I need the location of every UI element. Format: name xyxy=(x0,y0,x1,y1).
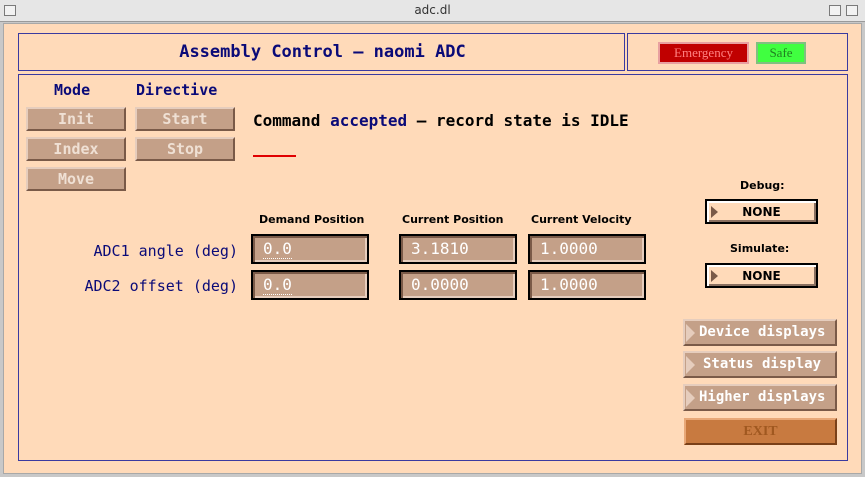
debug-menu[interactable]: NONE xyxy=(705,199,818,224)
debug-value: NONE xyxy=(742,205,781,219)
start-button[interactable]: Start xyxy=(135,107,235,131)
status-display-button[interactable]: Status display xyxy=(683,351,837,378)
adc1-demand-value: 0.0 xyxy=(263,239,292,259)
window-title: adc.dl xyxy=(414,3,451,17)
adc2-current-position: 0.0000 xyxy=(399,270,517,300)
stop-button[interactable]: Stop xyxy=(135,137,235,161)
demand-position-header: Demand Position xyxy=(259,213,365,226)
alarm-indicator-line xyxy=(253,155,296,157)
adc1-label: ADC1 angle (deg) xyxy=(93,242,239,260)
simulate-value: NONE xyxy=(742,269,781,283)
adc1-demand-input[interactable]: 0.0 xyxy=(251,234,369,264)
move-button[interactable]: Move xyxy=(26,167,126,191)
message-suffix: – record state is IDLE xyxy=(407,111,629,130)
exit-button[interactable]: EXIT xyxy=(684,418,837,445)
window-titlebar: adc.dl xyxy=(0,0,865,22)
init-button[interactable]: Init xyxy=(26,107,126,131)
debug-label: Debug: xyxy=(740,179,785,192)
simulate-menu[interactable]: NONE xyxy=(705,263,818,288)
adc2-label: ADC2 offset (deg) xyxy=(84,277,238,295)
maximize-icon[interactable] xyxy=(846,5,858,16)
simulate-label: Simulate: xyxy=(730,242,790,255)
related-display-icon xyxy=(686,389,695,407)
higher-displays-button[interactable]: Higher displays xyxy=(683,384,837,411)
mode-heading: Mode xyxy=(54,81,91,99)
current-position-header: Current Position xyxy=(402,213,504,226)
command-status-message: Command accepted – record state is IDLE xyxy=(253,111,629,130)
device-displays-label: Device displays xyxy=(699,324,826,340)
current-velocity-header: Current Velocity xyxy=(531,213,632,226)
related-display-icon xyxy=(686,356,695,374)
adc2-current-velocity: 1.0000 xyxy=(528,270,646,300)
message-accent: accepted xyxy=(330,111,408,130)
adc2-demand-value: 0.0 xyxy=(263,275,292,295)
status-display-label: Status display xyxy=(703,356,822,372)
emergency-button[interactable]: Emergency xyxy=(658,42,749,64)
adc1-current-velocity: 1.0000 xyxy=(528,234,646,264)
adc1-current-position: 3.1810 xyxy=(399,234,517,264)
index-button[interactable]: Index xyxy=(26,137,126,161)
message-prefix: Command xyxy=(253,111,331,130)
higher-displays-label: Higher displays xyxy=(699,389,826,405)
related-display-icon xyxy=(686,324,695,342)
directive-heading: Directive xyxy=(136,81,218,99)
device-displays-button[interactable]: Device displays xyxy=(683,319,837,346)
minimize-icon[interactable] xyxy=(829,5,841,16)
header-panel: Assembly Control – naomi ADC xyxy=(18,33,625,71)
adc2-demand-input[interactable]: 0.0 xyxy=(251,270,369,300)
page-title: Assembly Control – naomi ADC xyxy=(179,42,466,62)
safe-button[interactable]: Safe xyxy=(756,42,806,64)
